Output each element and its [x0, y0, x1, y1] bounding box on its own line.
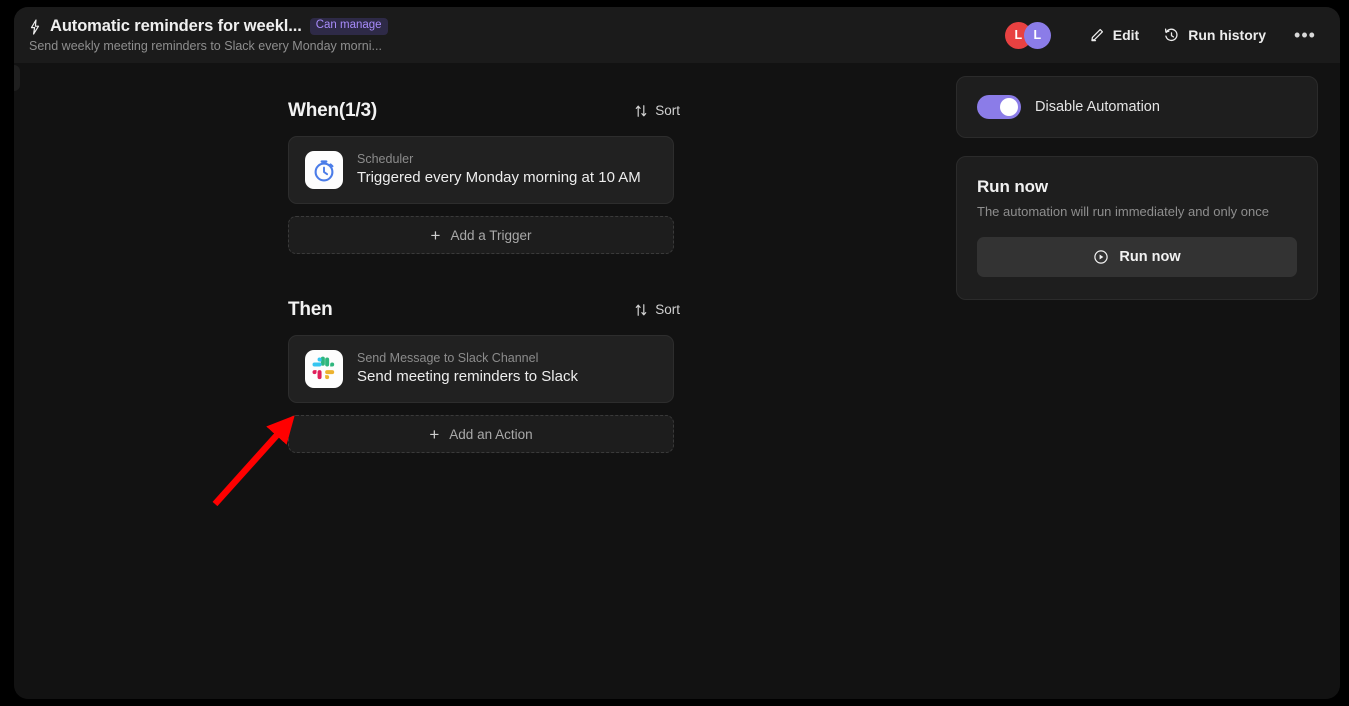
then-sort-label: Sort [655, 302, 680, 317]
run-now-panel: Run now The automation will run immediat… [956, 156, 1318, 300]
when-section-header: When(1/3) Sort [274, 99, 688, 122]
app-window: Automatic reminders for weekl... Can man… [14, 7, 1340, 699]
then-section: Then Sort Send Message to Slack Channel … [274, 298, 688, 453]
toggle-knob [1000, 98, 1018, 116]
add-action-label: Add an Action [449, 426, 533, 442]
pencil-icon [1089, 27, 1105, 43]
trigger-card-type: Scheduler [357, 152, 414, 167]
title-row: Automatic reminders for weekl... Can man… [28, 17, 388, 36]
when-sort-label: Sort [655, 103, 680, 118]
collaborator-avatars[interactable]: L L [1004, 21, 1051, 49]
trigger-card-text: Scheduler Triggered every Monday morning… [357, 152, 641, 188]
plus-icon: + [429, 424, 440, 444]
plus-icon: + [430, 225, 441, 245]
disable-automation-panel: Disable Automation [956, 76, 1318, 138]
edit-button-label: Edit [1112, 27, 1140, 43]
action-card-type: Send Message to Slack Channel [357, 351, 539, 366]
lightning-bolt-icon [28, 18, 42, 35]
screenshot-root: Automatic reminders for weekl... Can man… [0, 0, 1349, 706]
when-section-title: When(1/3) [288, 99, 377, 121]
sort-arrows-icon [634, 303, 648, 317]
automation-body: When(1/3) Sort Scheduler Triggered every… [14, 63, 1340, 699]
automation-header: Automatic reminders for weekl... Can man… [14, 7, 1340, 63]
run-now-button-label: Run now [1119, 249, 1181, 265]
add-action-button[interactable]: + Add an Action [288, 415, 674, 453]
add-trigger-button[interactable]: + Add a Trigger [288, 216, 674, 254]
automation-side-panel: Disable Automation Run now The automatio… [956, 76, 1318, 300]
automation-canvas: When(1/3) Sort Scheduler Triggered every… [274, 99, 688, 453]
run-now-title: Run now [977, 177, 1049, 196]
permission-badge: Can manage [309, 18, 388, 35]
header-left: Automatic reminders for weekl... Can man… [28, 17, 388, 53]
add-trigger-label: Add a Trigger [450, 227, 532, 243]
action-card-slack[interactable]: Send Message to Slack Channel Send meeti… [288, 335, 674, 403]
run-history-button[interactable]: Run history [1151, 20, 1278, 51]
then-section-title: Then [288, 298, 333, 320]
more-options-icon[interactable]: ••• [1288, 20, 1322, 50]
run-now-description: The automation will run immediately and … [977, 204, 1269, 219]
then-section-header: Then Sort [274, 298, 688, 321]
slack-icon [305, 350, 343, 388]
when-sort-button[interactable]: Sort [628, 99, 686, 122]
run-now-button[interactable]: Run now [977, 237, 1297, 277]
disable-automation-label: Disable Automation [1035, 99, 1160, 115]
page-subtitle: Send weekly meeting reminders to Slack e… [29, 39, 382, 53]
history-clock-icon [1163, 27, 1180, 44]
stopwatch-icon [305, 151, 343, 189]
when-section: When(1/3) Sort Scheduler Triggered every… [274, 99, 688, 254]
trigger-card-name: Triggered every Monday morning at 10 AM [357, 169, 641, 187]
page-title: Automatic reminders for weekl... [50, 17, 302, 35]
run-history-button-label: Run history [1188, 27, 1266, 43]
action-card-text: Send Message to Slack Channel Send meeti… [357, 351, 578, 387]
disable-automation-toggle[interactable] [977, 95, 1021, 119]
sort-arrows-icon [634, 104, 648, 118]
trigger-card-scheduler[interactable]: Scheduler Triggered every Monday morning… [288, 136, 674, 204]
then-sort-button[interactable]: Sort [628, 298, 686, 321]
avatar[interactable]: L [1023, 21, 1051, 49]
sidebar-collapse-handle[interactable] [14, 65, 20, 91]
action-card-name: Send meeting reminders to Slack [357, 368, 578, 386]
edit-button[interactable]: Edit [1077, 20, 1151, 50]
play-circle-icon [1093, 249, 1109, 265]
header-actions: L L Edit Run history ••• [1004, 20, 1322, 51]
